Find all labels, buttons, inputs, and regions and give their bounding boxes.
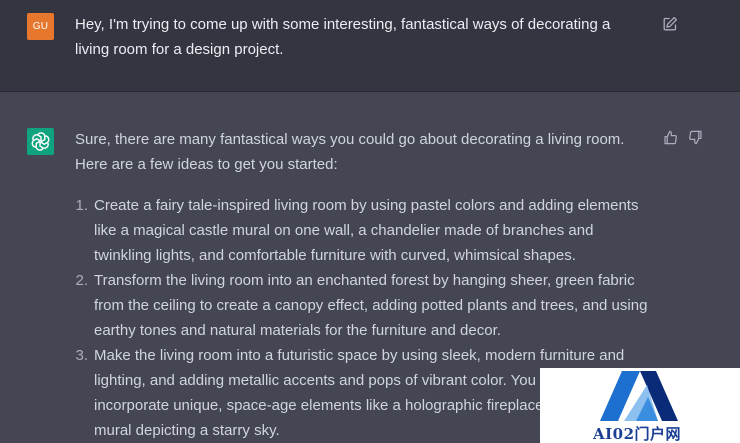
watermark-logo-icon <box>600 371 678 421</box>
user-avatar: GU <box>27 13 54 40</box>
list-item: 2. Transform the living room into an enc… <box>75 268 655 343</box>
list-item-number: 1. <box>75 197 88 214</box>
thumbs-down-icon[interactable] <box>688 130 703 145</box>
openai-logo-icon <box>27 128 54 155</box>
watermark-text: AI02门户网 <box>593 425 682 443</box>
watermark: AI02门户网 <box>540 368 740 443</box>
list-item: 1. Create a fairy tale-inspired living r… <box>75 193 655 268</box>
user-message-row: GU Hey, I'm trying to come up with some … <box>0 0 740 92</box>
list-item-text: Transform the living room into an enchan… <box>94 272 648 339</box>
user-message-text: Hey, I'm trying to come up with some int… <box>75 16 611 58</box>
list-item-text: Create a fairy tale-inspired living room… <box>94 197 639 264</box>
list-item-number: 3. <box>75 347 88 364</box>
list-item-number: 2. <box>75 272 88 289</box>
edit-icon[interactable] <box>662 16 678 32</box>
thumbs-up-icon[interactable] <box>663 130 678 145</box>
assistant-intro: Sure, there are many fantastical ways yo… <box>75 131 625 173</box>
